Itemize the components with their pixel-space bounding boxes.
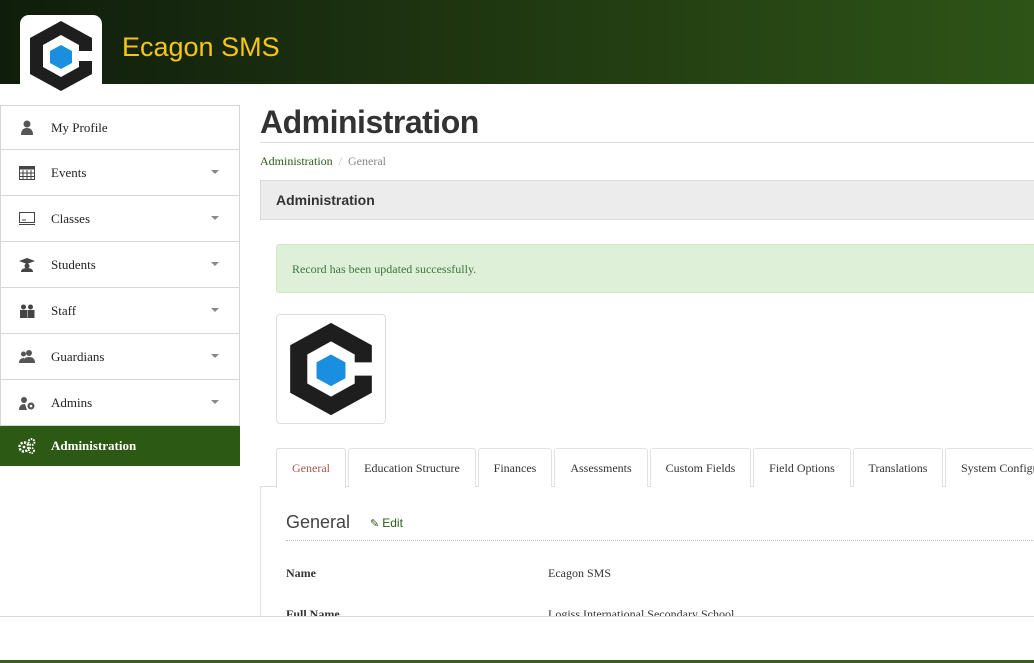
edit-label: Edit — [382, 516, 403, 530]
panel-header: Administration — [260, 180, 1034, 220]
chevron-down-icon — [211, 216, 219, 220]
panel-title: Administration — [276, 192, 375, 208]
sidebar-nav: My Profile Events Classes Students Staff… — [0, 105, 240, 466]
chevron-down-icon — [211, 308, 219, 312]
tab-education-structure[interactable]: Education Structure — [348, 448, 476, 487]
content-left-border — [260, 487, 261, 617]
sidebar-item-classes[interactable]: Classes — [0, 196, 240, 242]
edit-icon: ✎ — [370, 518, 380, 530]
tab-custom-fields[interactable]: Custom Fields — [650, 448, 751, 487]
tab-label: Custom Fields — [665, 461, 736, 475]
sidebar-item-staff[interactable]: Staff — [0, 288, 240, 334]
chevron-down-icon — [211, 262, 219, 266]
calendar-icon — [18, 165, 36, 181]
sidebar-item-administration[interactable]: Administration — [0, 426, 240, 466]
users-icon — [18, 349, 36, 365]
app-logo[interactable] — [20, 15, 102, 97]
sidebar-item-admins[interactable]: Admins — [0, 380, 240, 426]
sidebar-item-label: Classes — [51, 210, 90, 226]
chevron-down-icon — [211, 170, 219, 174]
sidebar-item-label: Staff — [51, 302, 77, 318]
tab-assessments[interactable]: Assessments — [554, 448, 648, 487]
user-icon — [18, 120, 36, 136]
tab-bar: General Education Structure Finances Ass… — [276, 448, 1034, 488]
chevron-down-icon — [211, 354, 219, 358]
school-logo-image — [276, 314, 386, 424]
logo-icon — [290, 322, 372, 416]
staff-icon — [18, 303, 36, 319]
user-shield-icon — [18, 395, 36, 411]
sidebar-item-events[interactable]: Events — [0, 150, 240, 196]
sidebar-item-label: Events — [51, 164, 87, 180]
alert-message: Record has been updated successfully. — [292, 262, 477, 276]
sidebar-item-label: Admins — [51, 394, 93, 410]
chevron-down-icon — [211, 400, 219, 404]
sidebar-item-guardians[interactable]: Guardians — [0, 334, 240, 380]
tab-label: Assessments — [570, 461, 632, 475]
tab-label: Translations — [868, 461, 928, 475]
breadcrumb-current: General — [348, 154, 386, 168]
bottom-bar — [0, 616, 1034, 663]
page-title: Administration — [260, 104, 479, 140]
section-title: General — [286, 512, 351, 532]
field-label-name: Name — [286, 566, 316, 580]
field-value-name: Ecagon SMS — [548, 566, 611, 580]
logo-icon — [30, 21, 92, 91]
tab-general[interactable]: General — [276, 448, 346, 488]
sidebar-item-students[interactable]: Students — [0, 242, 240, 288]
tab-field-options[interactable]: Field Options — [753, 448, 851, 487]
tab-finances[interactable]: Finances — [478, 448, 552, 487]
sidebar-item-my-profile[interactable]: My Profile — [0, 105, 240, 150]
success-alert: Record has been updated successfully. — [276, 244, 1034, 293]
tab-label: General — [292, 461, 330, 475]
edit-button[interactable]: ✎ Edit — [370, 516, 403, 530]
gears-icon — [18, 437, 36, 454]
title-divider — [260, 142, 1034, 143]
breadcrumb-link-administration[interactable]: Administration — [260, 154, 333, 168]
breadcrumb-separator: / — [338, 154, 343, 168]
sidebar-item-label: Administration — [51, 437, 137, 453]
brand-title[interactable]: Ecagon SMS — [122, 32, 280, 63]
section-divider — [286, 540, 1034, 541]
tab-label: Finances — [493, 461, 537, 475]
tab-label: Education Structure — [364, 461, 460, 475]
sidebar-item-label: My Profile — [51, 119, 108, 135]
breadcrumb: Administration / General — [260, 154, 386, 169]
top-header: Ecagon SMS — [0, 0, 1034, 97]
tab-system-config[interactable]: System Configu — [945, 448, 1034, 487]
tab-label: System Configu — [961, 461, 1034, 475]
tab-label: Field Options — [769, 461, 835, 475]
tab-translations[interactable]: Translations — [853, 448, 943, 487]
graduation-cap-icon — [18, 257, 36, 273]
sidebar-item-label: Students — [51, 256, 96, 272]
chalkboard-icon — [18, 211, 36, 227]
sidebar-item-label: Guardians — [51, 348, 105, 364]
